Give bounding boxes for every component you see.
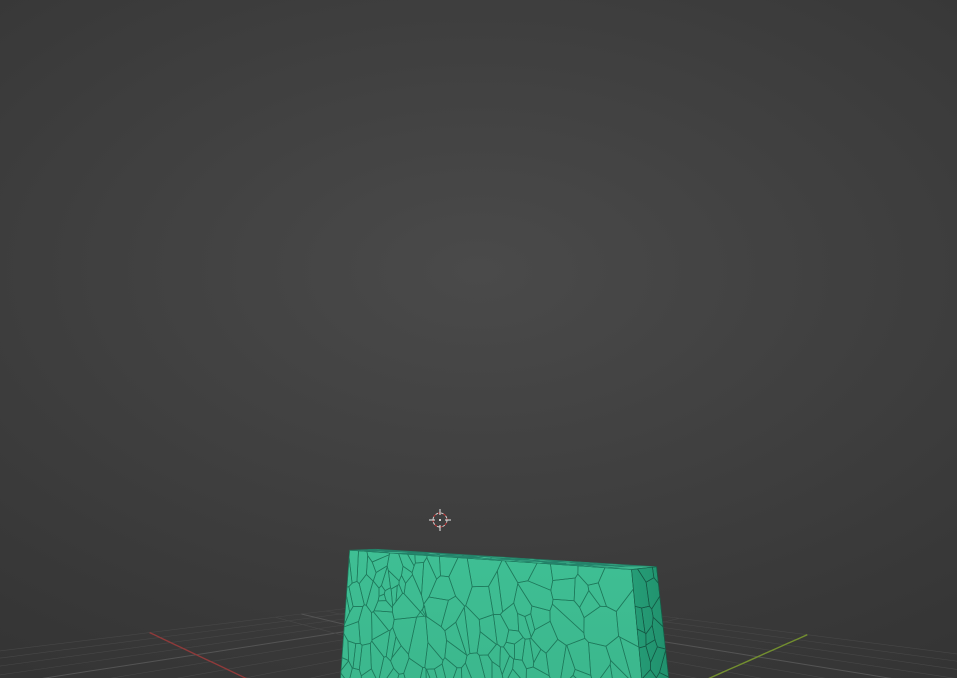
viewport-3d[interactable] <box>0 0 957 678</box>
mesh-object[interactable] <box>0 0 957 678</box>
